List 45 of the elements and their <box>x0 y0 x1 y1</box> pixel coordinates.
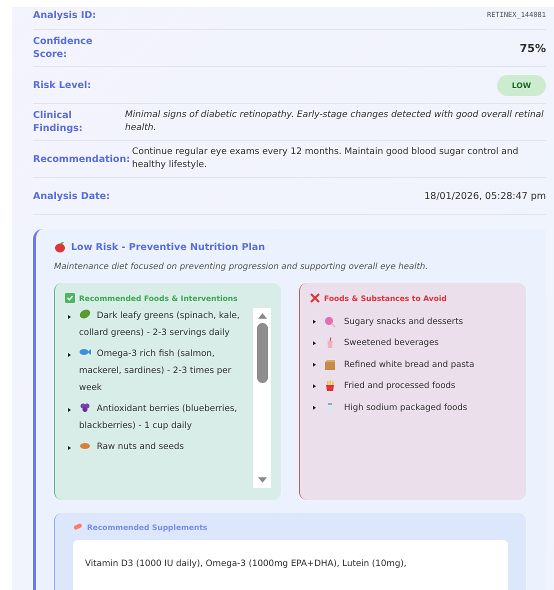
field-label: Analysis ID: <box>33 8 98 22</box>
food-item: Sweetened beverages <box>344 338 439 348</box>
food-item: Refined white bread and pasta <box>344 360 474 370</box>
bullet-icon <box>313 341 316 346</box>
food-item: Dark leafy greens (spinach, kale, collard greens) - 2-3 servings daily <box>79 308 253 342</box>
scroll-down-icon[interactable] <box>258 477 266 483</box>
food-item: Antioxidant berries (blueberries, blackberries) - 1 cup daily <box>79 401 253 435</box>
food-item: Fried and processed foods <box>344 381 456 392</box>
recommendation-text: Continue regular eye exams every 12 months. Maintain good blood sugar control and healthy lifestyle. <box>132 146 520 172</box>
checkbox-icon <box>65 293 75 303</box>
plan-title: Low Risk - Preventive Nutrition Plan <box>71 242 265 252</box>
close-icon <box>310 293 320 303</box>
field-label: Recommendation: <box>33 152 130 166</box>
bullet-icon <box>313 362 316 367</box>
food-item: Raw nuts and seeds <box>79 439 184 456</box>
fish-icon <box>79 346 91 358</box>
plan-description: Maintenance diet focused on preventing progression and supporting overall eye health. <box>54 262 429 272</box>
bullet-icon <box>313 384 316 388</box>
box-icon <box>324 358 336 371</box>
field-label: Confidence Score: <box>33 35 94 61</box>
bullet-icon <box>68 408 71 412</box>
findings-text: Minimal signs of diabetic retinopathy. Early-stage changes detected with good overall retinal health. <box>124 109 545 135</box>
fries-icon <box>324 380 336 392</box>
confidence-score: 75% <box>518 42 546 54</box>
field-label: Clinical Findings: <box>33 109 84 135</box>
scrollbar[interactable] <box>253 308 271 488</box>
lollipop-icon <box>324 316 336 328</box>
analysis-date: 18/01/2026, 05:28:47 pm <box>423 190 546 202</box>
bullet-icon <box>313 406 316 410</box>
scroll-up-icon[interactable] <box>258 313 266 319</box>
bullet-icon <box>68 353 71 357</box>
food-item: High sodium packaged foods <box>344 402 468 413</box>
bullet-icon <box>313 320 316 324</box>
scrollbar-thumb[interactable] <box>256 323 268 383</box>
supplements-text: Vitamin D3 (1000 IU daily), Omega-3 (1000mg EPA+DHA), Lutein (10mg), <box>85 559 406 569</box>
leaf-icon <box>79 308 91 320</box>
bullet-icon <box>68 446 71 450</box>
apple-icon <box>54 241 66 253</box>
grapes-icon <box>79 401 91 413</box>
field-label: Risk Level: <box>33 78 92 92</box>
food-item: Sugary snacks and desserts <box>344 316 464 327</box>
pill-icon <box>73 522 83 532</box>
bullet-icon <box>68 315 71 319</box>
food-item: Omega-3 rich fish (salmon, mackerel, sardines) - 2-3 times per week <box>79 346 253 397</box>
field-label: Analysis Date: <box>33 190 111 202</box>
